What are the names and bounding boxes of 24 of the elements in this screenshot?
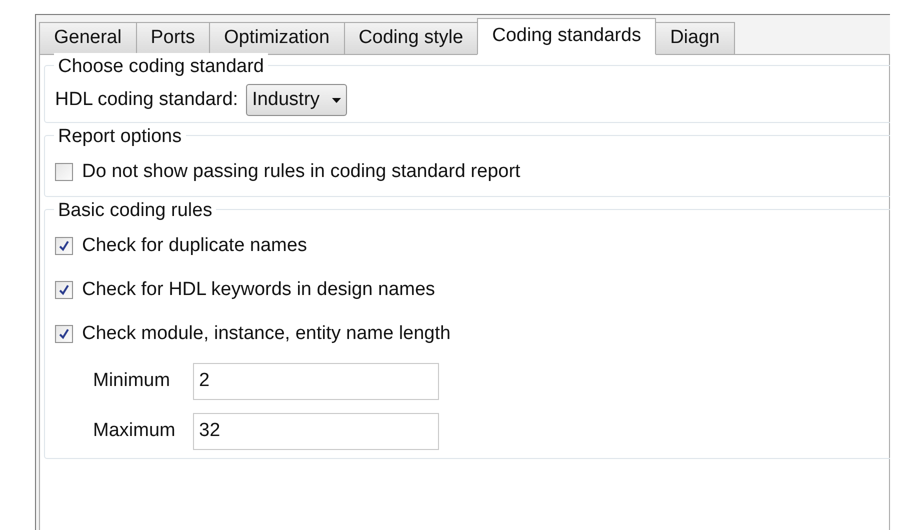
checkbox[interactable] — [55, 163, 73, 181]
tab[interactable]: General — [39, 22, 137, 55]
standard-dropdown[interactable]: Industry — [246, 84, 347, 116]
tab[interactable]: Ports — [136, 22, 210, 55]
input-field[interactable]: 32 — [193, 412, 439, 450]
checkbox-label: Check for duplicate names — [82, 234, 307, 258]
tab[interactable]: Coding standards — [477, 18, 656, 55]
tab[interactable]: Optimization — [208, 22, 345, 55]
check-icon — [58, 240, 70, 252]
caret-icon — [332, 98, 341, 102]
checkbox[interactable] — [55, 281, 73, 299]
input-field[interactable]: 2 — [193, 362, 439, 400]
checkbox[interactable] — [55, 237, 73, 255]
field-label: HDL coding standard: — [55, 88, 238, 112]
checkbox[interactable] — [55, 325, 73, 343]
checkbox-label: Check for HDL keywords in design names — [82, 278, 436, 302]
tab[interactable]: Diagn — [655, 22, 735, 55]
check-icon — [58, 284, 70, 296]
check-icon — [58, 328, 70, 340]
tab[interactable]: Coding style — [344, 22, 478, 55]
field-label: Minimum — [93, 368, 172, 393]
checkbox-label: Check module, instance, entity name length — [82, 322, 451, 346]
checkbox-label: Do not show passing rules in coding standard report — [82, 160, 520, 184]
field-label: Maximum — [93, 418, 176, 443]
